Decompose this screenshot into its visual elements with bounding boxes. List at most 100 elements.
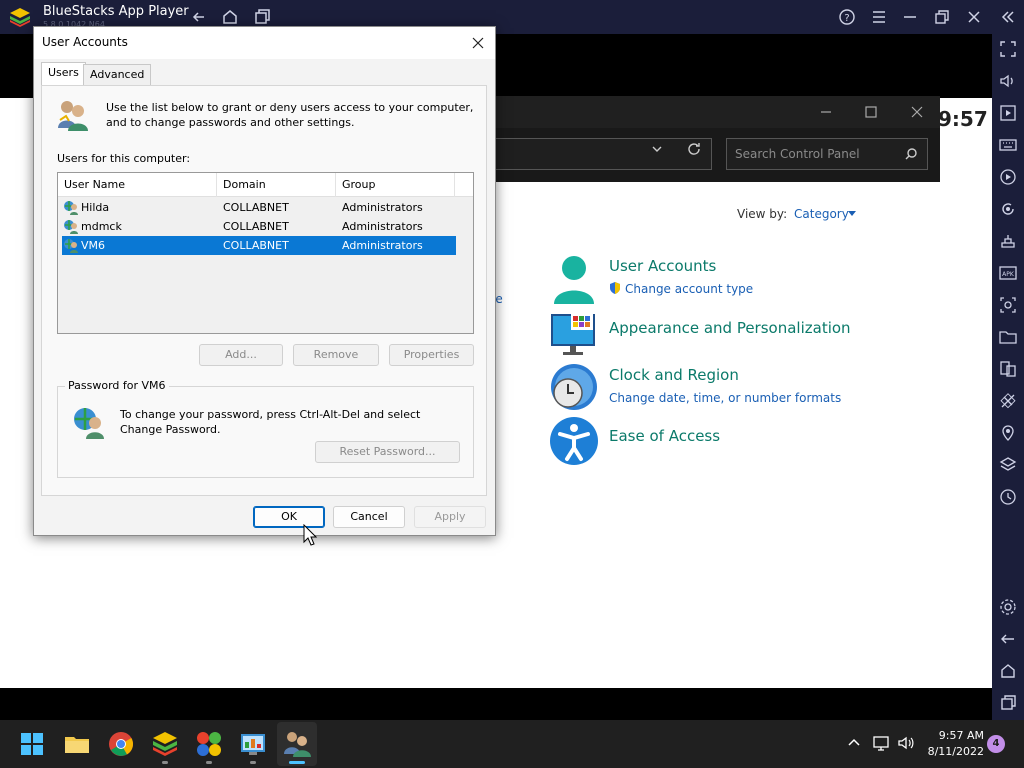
cancel-button[interactable]: Cancel [333, 506, 405, 528]
desktop-clock: 9:57 [938, 107, 988, 131]
clock-region-icon[interactable] [549, 362, 599, 412]
svg-text:?: ? [844, 13, 849, 24]
keyboard-icon[interactable] [998, 135, 1018, 155]
user-accounts-dialog: User Accounts Users Advanced Use the lis… [33, 26, 496, 536]
table-row[interactable]: mdmck COLLABNET Administrators [62, 217, 456, 236]
category-link-change-date-time[interactable]: Change date, time, or number formats [609, 391, 841, 405]
user-globe-icon [64, 201, 78, 215]
sync-icon[interactable] [998, 487, 1018, 507]
bluestacks-icon[interactable] [149, 728, 181, 760]
start-icon[interactable] [16, 728, 48, 760]
game-controls-icon[interactable] [998, 231, 1018, 251]
cell-domain: COLLABNET [223, 201, 289, 214]
refresh-icon[interactable] [686, 141, 702, 157]
table-row[interactable]: Hilda COLLABNET Administrators [62, 198, 456, 217]
users-listview[interactable]: User Name Domain Group Hilda COLLABNET A… [57, 172, 474, 334]
listview-header: User Name Domain Group [58, 173, 473, 197]
tab-users[interactable]: Users [41, 62, 86, 86]
address-field[interactable] [486, 138, 712, 170]
close-icon[interactable] [468, 33, 488, 53]
taskbar: 9:57 AM 8/11/2022 4 [0, 720, 1024, 768]
chevron-down-icon[interactable] [650, 142, 664, 156]
maximize-icon[interactable] [863, 104, 879, 120]
control-panel-icon[interactable] [237, 728, 269, 760]
users-tab-panel: Use the list below to grant or deny user… [41, 85, 487, 496]
taskbar-time[interactable]: 9:57 AM [928, 729, 984, 742]
minimize-icon[interactable] [818, 104, 834, 120]
chrome-icon[interactable] [105, 728, 137, 760]
bluestacks-logo-icon [10, 8, 30, 27]
user-accounts-icon[interactable] [549, 254, 599, 304]
taskbar-date[interactable]: 8/11/2022 [920, 745, 984, 758]
dialog-title: User Accounts [42, 35, 128, 49]
column-header-group[interactable]: Group [336, 173, 455, 197]
network-icon[interactable] [872, 734, 890, 752]
ease-of-access-icon[interactable] [549, 416, 599, 466]
notification-badge[interactable]: 4 [987, 735, 1005, 753]
svg-text:APK: APK [1002, 271, 1015, 278]
menu-icon[interactable] [869, 7, 889, 27]
minimize-icon[interactable] [900, 7, 920, 27]
category-title-user-accounts[interactable]: User Accounts [609, 257, 716, 275]
location-icon[interactable] [998, 423, 1018, 443]
user-accounts-icon[interactable] [281, 728, 313, 760]
layers-icon[interactable] [998, 455, 1018, 475]
file-explorer-icon[interactable] [61, 728, 93, 760]
media-folder-icon[interactable] [998, 103, 1018, 123]
user-globe-icon [64, 220, 78, 234]
search-icon[interactable] [903, 146, 919, 162]
eco-mode-icon[interactable] [998, 391, 1018, 411]
recent-apps-icon[interactable] [998, 693, 1018, 713]
password-instructions: To change your password, press Ctrl-Alt-… [120, 408, 421, 436]
category-link-change-account-type[interactable]: Change account type [625, 282, 753, 296]
home-icon[interactable] [220, 7, 240, 27]
multi-instance-icon[interactable] [252, 7, 272, 27]
user-globe-icon [64, 239, 78, 253]
volume-icon[interactable] [897, 734, 915, 752]
category-title-ease-of-access[interactable]: Ease of Access [609, 427, 720, 445]
view-by-dropdown[interactable]: Category [794, 207, 849, 221]
cell-group: Administrators [342, 220, 423, 233]
uac-shield-icon [610, 282, 620, 294]
multi-instance-manager-icon[interactable] [193, 728, 225, 760]
column-header-user-name[interactable]: User Name [58, 173, 217, 197]
properties-button[interactable]: Properties [389, 344, 474, 366]
category-title-appearance[interactable]: Appearance and Personalization [609, 319, 851, 337]
cell-user-name: mdmck [81, 220, 122, 233]
table-row-selected[interactable]: VM6 COLLABNET Administrators [62, 236, 456, 255]
folder-icon[interactable] [998, 327, 1018, 347]
reset-password-button[interactable]: Reset Password... [315, 441, 460, 463]
help-icon[interactable]: ? [837, 7, 857, 27]
caret-down-icon[interactable] [848, 211, 856, 217]
back-icon[interactable] [998, 629, 1018, 649]
fullscreen-icon[interactable] [998, 39, 1018, 59]
volume-icon[interactable] [998, 71, 1018, 91]
home-icon[interactable] [998, 661, 1018, 681]
column-header-domain[interactable]: Domain [217, 173, 336, 197]
rotate-icon[interactable] [998, 199, 1018, 219]
settings-icon[interactable] [998, 597, 1018, 617]
user-globe-icon [74, 408, 104, 439]
close-icon[interactable] [909, 104, 925, 120]
screenshot-icon[interactable] [998, 295, 1018, 315]
appearance-personalization-icon[interactable] [549, 310, 599, 360]
collapse-sidebar-icon[interactable] [997, 7, 1017, 27]
bluestacks-sidebar: APK [992, 34, 1024, 720]
apply-button[interactable]: Apply [414, 506, 486, 528]
running-indicator [162, 761, 168, 764]
multi-instance-icon[interactable] [998, 359, 1018, 379]
view-by-label: View by: [737, 207, 788, 221]
remove-user-button[interactable]: Remove [293, 344, 379, 366]
chevron-up-icon[interactable] [845, 734, 863, 752]
apk-icon[interactable]: APK [998, 263, 1018, 283]
restore-icon[interactable] [932, 7, 952, 27]
macro-icon[interactable] [998, 167, 1018, 187]
close-icon[interactable] [964, 7, 984, 27]
cell-user-name: Hilda [81, 201, 110, 214]
search-input[interactable]: Search Control Panel [726, 138, 928, 170]
back-icon[interactable] [189, 7, 209, 27]
category-title-clock-region[interactable]: Clock and Region [609, 366, 739, 384]
mouse-cursor-icon [303, 524, 317, 546]
tab-advanced[interactable]: Advanced [83, 64, 152, 85]
add-user-button[interactable]: Add... [199, 344, 283, 366]
